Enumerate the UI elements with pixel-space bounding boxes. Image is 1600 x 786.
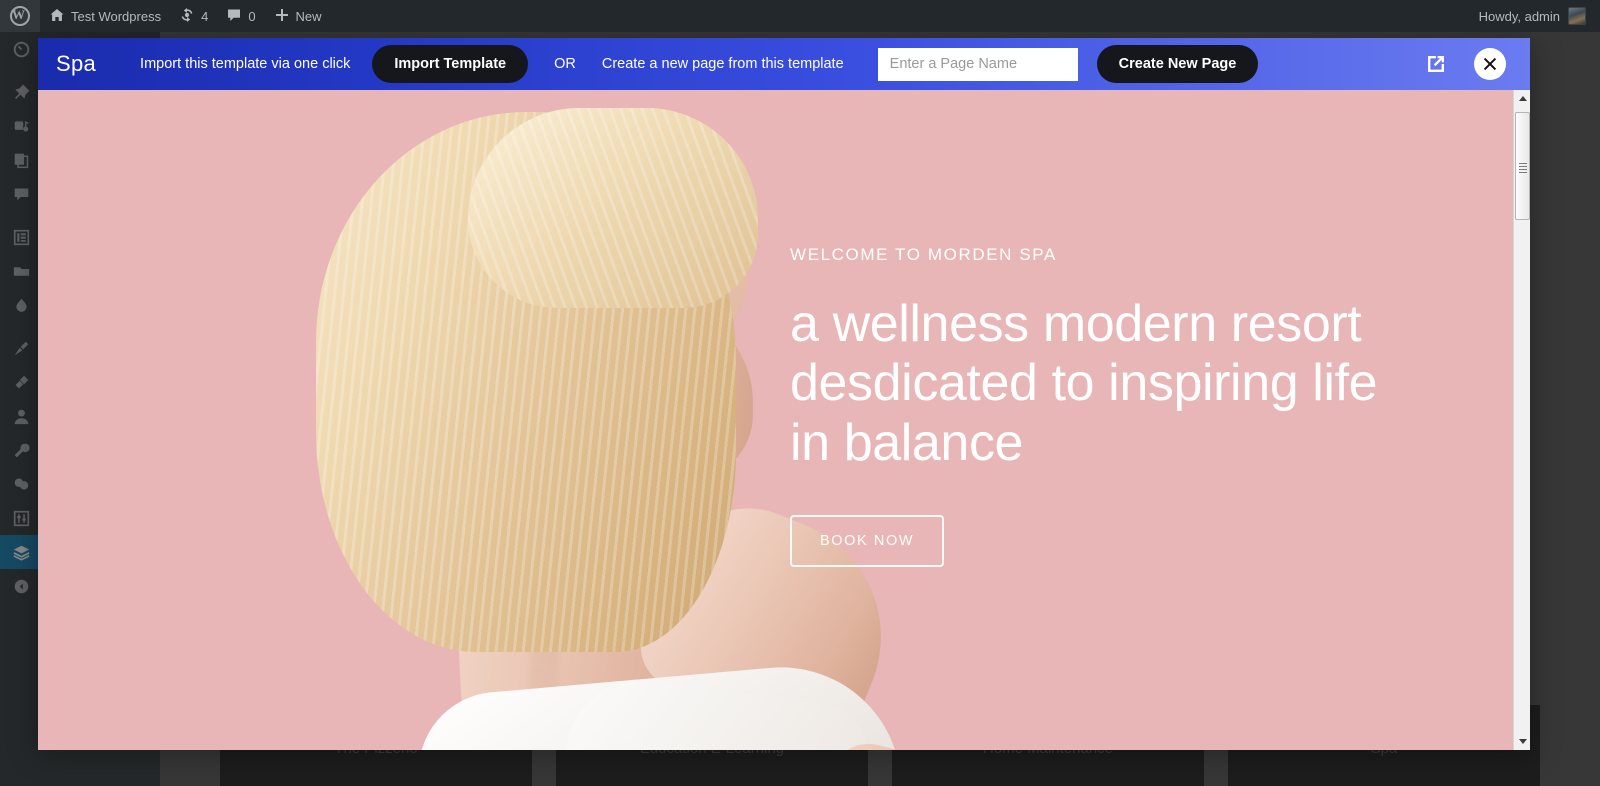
scrollbar-thumb[interactable] xyxy=(1515,112,1530,220)
photo-shape-hair-top xyxy=(468,108,758,308)
comments-count: 0 xyxy=(248,8,256,24)
wordpress-logo-menu[interactable]: W xyxy=(0,0,40,32)
my-account-menu[interactable]: Howdy, admin xyxy=(1470,0,1600,32)
template-preview-toolbar: Spa Import this template via one click I… xyxy=(38,38,1530,90)
spa-model-photo xyxy=(238,90,966,750)
updates-count: 4 xyxy=(201,8,209,24)
avatar xyxy=(1568,7,1586,25)
page-name-input[interactable] xyxy=(877,47,1078,81)
home-icon xyxy=(49,7,65,26)
comments-menu[interactable]: 0 xyxy=(217,0,264,32)
updates-menu[interactable]: 4 xyxy=(170,0,217,32)
scrollbar-grip xyxy=(1518,165,1527,167)
new-content-menu[interactable]: New xyxy=(265,0,331,32)
template-preview-frame: WELCOME TO MORDEN SPA a wellness modern … xyxy=(38,90,1530,750)
site-name-label: Test Wordpress xyxy=(71,8,162,24)
wordpress-logo-icon: W xyxy=(10,6,30,26)
import-template-button[interactable]: Import Template xyxy=(372,45,529,83)
or-label: OR xyxy=(554,56,576,72)
arrow-glyph xyxy=(1518,96,1527,101)
comment-bubble-icon xyxy=(226,7,242,26)
close-modal-button[interactable] xyxy=(1474,48,1506,80)
import-hint-label: Import this template via one click xyxy=(140,56,351,72)
create-new-page-button[interactable]: Create New Page xyxy=(1096,45,1259,83)
updates-icon xyxy=(179,7,195,26)
hero-eyebrow: WELCOME TO MORDEN SPA xyxy=(790,245,1057,264)
hero-heading: a wellness modern resort desdicated to i… xyxy=(790,295,1378,472)
preview-scrollbar[interactable] xyxy=(1513,90,1530,750)
site-name-menu[interactable]: Test Wordpress xyxy=(40,0,170,32)
external-link-icon[interactable] xyxy=(1424,52,1448,76)
create-page-hint-label: Create a new page from this template xyxy=(601,56,844,72)
howdy-label: Howdy, admin xyxy=(1478,8,1560,24)
preview-canvas: WELCOME TO MORDEN SPA a wellness modern … xyxy=(38,90,1513,750)
template-preview-modal: Spa Import this template via one click I… xyxy=(38,38,1530,750)
wp-admin-bar: W Test Wordpress 4 0 New Howdy, admin xyxy=(0,0,1600,32)
arrow-glyph xyxy=(1518,739,1527,744)
scroll-up-arrow-icon[interactable] xyxy=(1514,90,1530,107)
book-now-button[interactable]: BOOK NOW xyxy=(790,514,945,567)
hero-copy: WELCOME TO MORDEN SPA a wellness modern … xyxy=(790,245,1390,567)
plus-icon xyxy=(274,7,290,26)
close-x-icon xyxy=(1483,57,1497,71)
template-title: Spa xyxy=(56,51,97,76)
new-content-label: New xyxy=(295,8,322,24)
scroll-down-arrow-icon[interactable] xyxy=(1514,733,1530,750)
